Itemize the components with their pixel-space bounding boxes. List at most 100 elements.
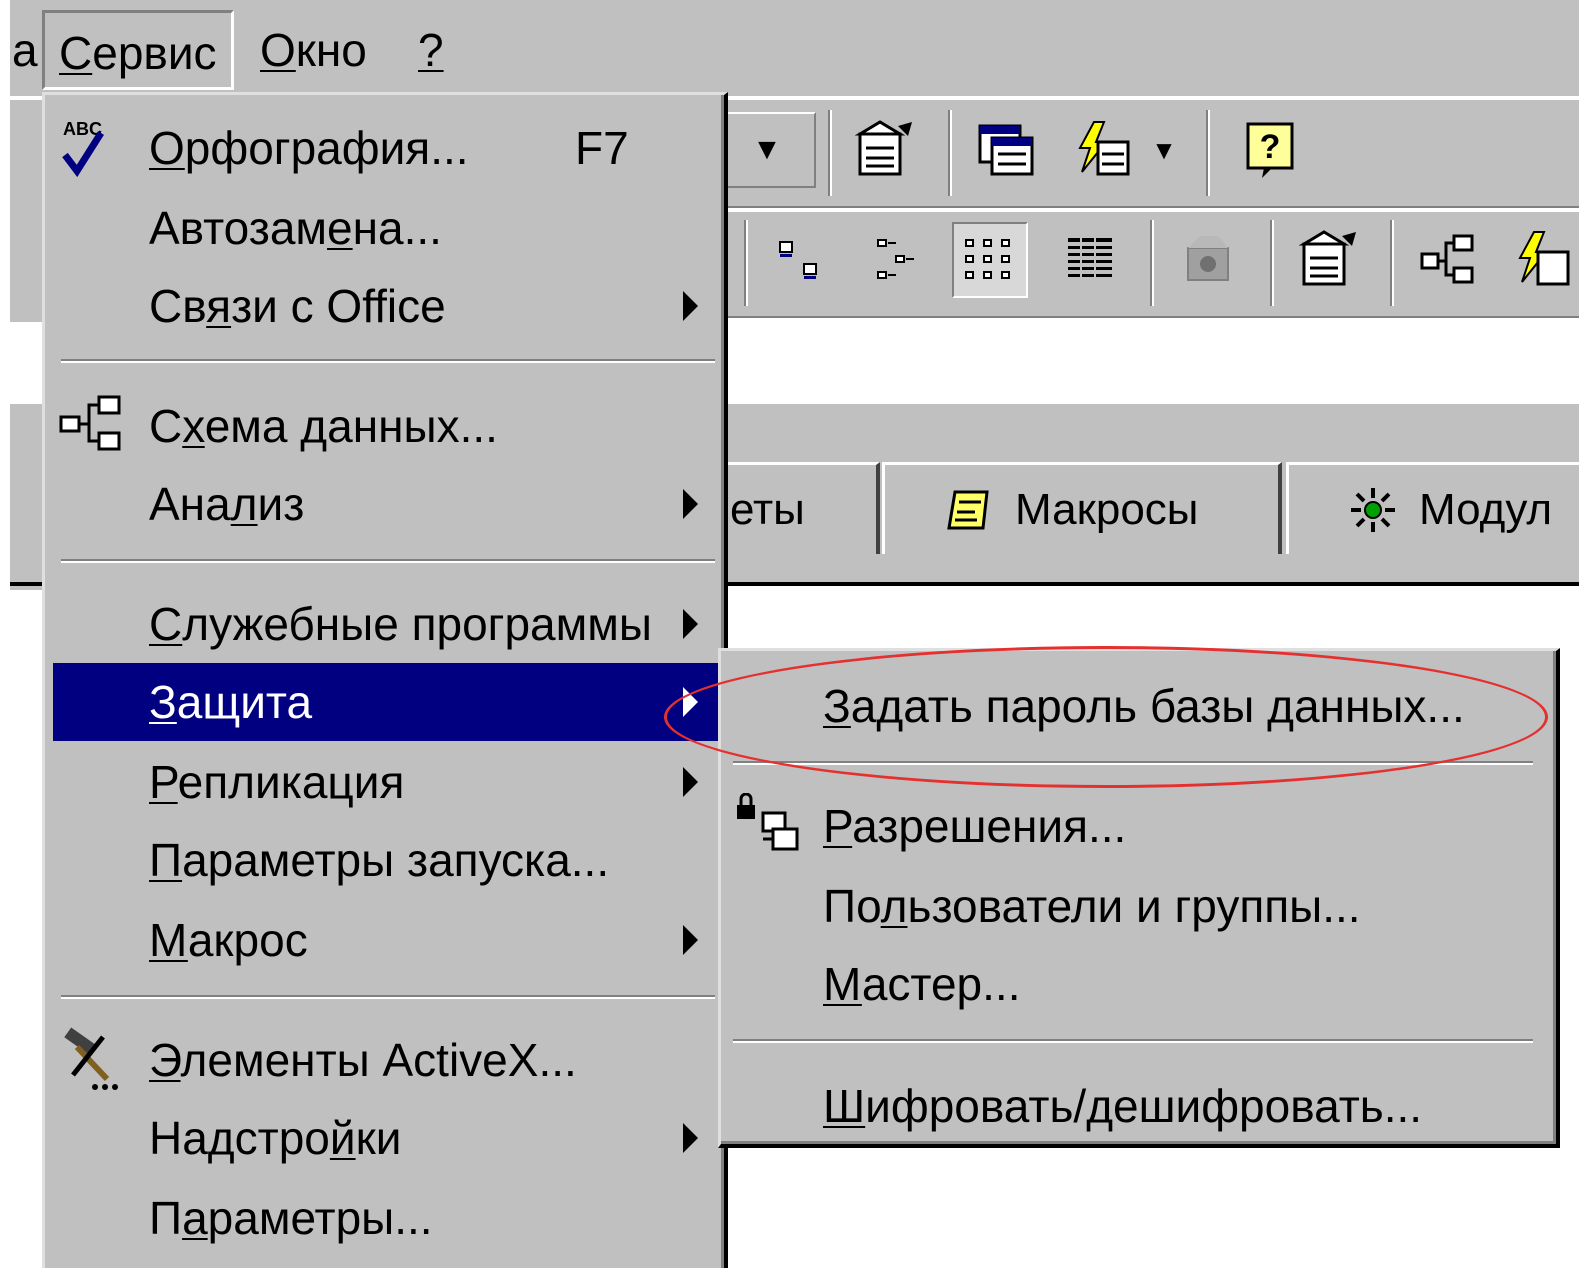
toolbar-dropdown-button[interactable]: ▼ <box>720 112 816 188</box>
large-icons-button[interactable] <box>762 222 838 298</box>
menu-item-okno[interactable]: Окно <box>246 10 381 90</box>
submenu-item-encrypt[interactable]: Шифровать/дешифровать... <box>727 1067 1547 1145</box>
module-icon <box>1351 487 1395 532</box>
utilities-label: Служебные программы <box>149 598 652 650</box>
help-icon: ? <box>1246 122 1294 178</box>
relationships-button[interactable] <box>1410 222 1486 298</box>
menu-item-utilities[interactable]: Служебные программы <box>53 585 721 663</box>
code-icon <box>1187 236 1229 281</box>
menu-okno-rest: кно <box>295 24 367 76</box>
submenu-arrow-icon <box>683 1123 698 1153</box>
properties-icon <box>854 120 912 176</box>
permissions-label: Разрешения... <box>823 800 1127 852</box>
submenu-arrow-icon <box>683 489 698 519</box>
menu-item-security[interactable]: Защита <box>53 663 721 741</box>
toolbar-separator <box>1270 220 1274 306</box>
toolbar-separator <box>948 110 952 196</box>
menu-item-help[interactable]: ? <box>404 10 458 90</box>
menu-item-activex[interactable]: Элементы ActiveX... <box>53 1021 721 1099</box>
toolbar-separator <box>744 220 748 306</box>
relationships-icon <box>59 395 121 451</box>
details-view-button[interactable] <box>1052 222 1128 298</box>
menu-servis-accel: С <box>59 27 93 79</box>
new-object-dropdown[interactable]: ▼ <box>1144 112 1184 188</box>
menu-item-replication[interactable]: Репликация <box>53 743 721 821</box>
office-links-label: Связи с Office <box>149 280 446 332</box>
new-object-icon <box>1078 121 1130 176</box>
submenu-arrow-icon <box>683 609 698 639</box>
submenu-item-set-password[interactable]: Задать пароль базы данных... <box>727 667 1547 745</box>
macro-label: Макрос <box>149 914 308 966</box>
large-icons-icon <box>779 241 817 279</box>
menu-item-analyze[interactable]: Анализ <box>53 465 721 543</box>
wizard-label: Мастер... <box>823 958 1021 1010</box>
relationships-icon <box>1420 234 1474 284</box>
set-password-label: Задать пароль базы данных... <box>823 680 1465 732</box>
menu-item-spelling[interactable]: ABC Орфография... F7 <box>53 109 721 187</box>
submenu-arrow-icon <box>683 291 698 321</box>
submenu-item-users-groups[interactable]: Пользователи и группы... <box>727 867 1547 945</box>
menu-servis-rest: ервис <box>92 27 217 79</box>
small-icons-icon <box>877 239 914 279</box>
new-object-button-2[interactable] <box>1504 222 1579 298</box>
list-view-icon <box>965 239 1010 279</box>
small-icons-button[interactable] <box>862 222 938 298</box>
hammer-tools-icon <box>64 1027 118 1090</box>
new-object-icon <box>1518 231 1570 286</box>
spelling-shortcut: F7 <box>575 122 629 174</box>
menu-help-accel: ? <box>418 24 444 76</box>
svg-text:?: ? <box>1260 128 1281 166</box>
details-view-icon <box>1068 238 1112 278</box>
properties-button-2[interactable] <box>1290 222 1366 298</box>
toolbar-separator <box>1206 110 1210 196</box>
activex-label: Элементы ActiveX... <box>149 1034 577 1086</box>
submenu-arrow-icon <box>683 687 698 717</box>
menu-bar: a Сервис Окно ? <box>10 0 1579 98</box>
menu-separator <box>61 995 715 999</box>
menu-item-relationships[interactable]: Схема данных... <box>53 387 721 465</box>
code-button[interactable] <box>1170 222 1246 298</box>
help-button[interactable]: ? <box>1232 112 1308 188</box>
security-label: Защита <box>149 676 313 728</box>
tab-macros-label: Макросы <box>1015 484 1199 534</box>
users-groups-label: Пользователи и группы... <box>823 880 1361 932</box>
new-object-button[interactable] <box>1064 112 1140 188</box>
lock-permissions-icon <box>737 793 799 851</box>
toolbar-separator <box>828 110 832 196</box>
menu-separator <box>733 761 1533 765</box>
macro-icon <box>947 490 989 529</box>
chevron-down-icon: ▼ <box>1151 134 1177 165</box>
tab-macros[interactable]: Макросы <box>882 462 1282 554</box>
list-view-button[interactable] <box>952 222 1028 298</box>
menu-separator <box>61 559 715 563</box>
menu-okno-accel: О <box>260 24 296 76</box>
submenu-item-permissions[interactable]: Разрешения... <box>727 787 1547 865</box>
menu-item-servis[interactable]: Сервис <box>42 10 234 90</box>
encrypt-label: Шифровать/дешифровать... <box>823 1080 1423 1132</box>
database-window-button[interactable] <box>968 112 1044 188</box>
toolbar-separator <box>1390 220 1394 306</box>
tab-modules[interactable]: Модул <box>1286 462 1579 554</box>
submenu-arrow-icon <box>683 925 698 955</box>
startup-label: Параметры запуска... <box>149 834 610 886</box>
servis-dropdown-menu: ABC Орфография... F7 Автозамена... Связи… <box>42 92 728 1268</box>
properties-button[interactable] <box>846 112 922 188</box>
menu-item-options[interactable]: Параметры... <box>53 1179 721 1257</box>
submenu-item-wizard[interactable]: Мастер... <box>727 945 1547 1023</box>
menu-item-autocorrect[interactable]: Автозамена... <box>53 189 721 267</box>
tab-modules-label: Модул <box>1419 484 1553 534</box>
spelling-check-icon: ABC <box>62 119 104 178</box>
spelling-label: Орфография... <box>149 122 469 174</box>
tab-reports-label: еты <box>730 484 805 534</box>
menu-item-addins[interactable]: Надстройки <box>53 1099 721 1177</box>
relationships-label: Схема данных... <box>149 400 498 452</box>
autocorrect-label: Автозамена... <box>149 202 442 254</box>
options-label: Параметры... <box>149 1192 433 1244</box>
menu-separator <box>61 359 715 363</box>
menu-separator <box>733 1039 1533 1043</box>
menu-item-office-links[interactable]: Связи с Office <box>53 267 721 345</box>
menu-item-startup[interactable]: Параметры запуска... <box>53 821 721 899</box>
replication-label: Репликация <box>149 756 405 808</box>
menu-item-macro[interactable]: Макрос <box>53 901 721 979</box>
submenu-arrow-icon <box>683 767 698 797</box>
